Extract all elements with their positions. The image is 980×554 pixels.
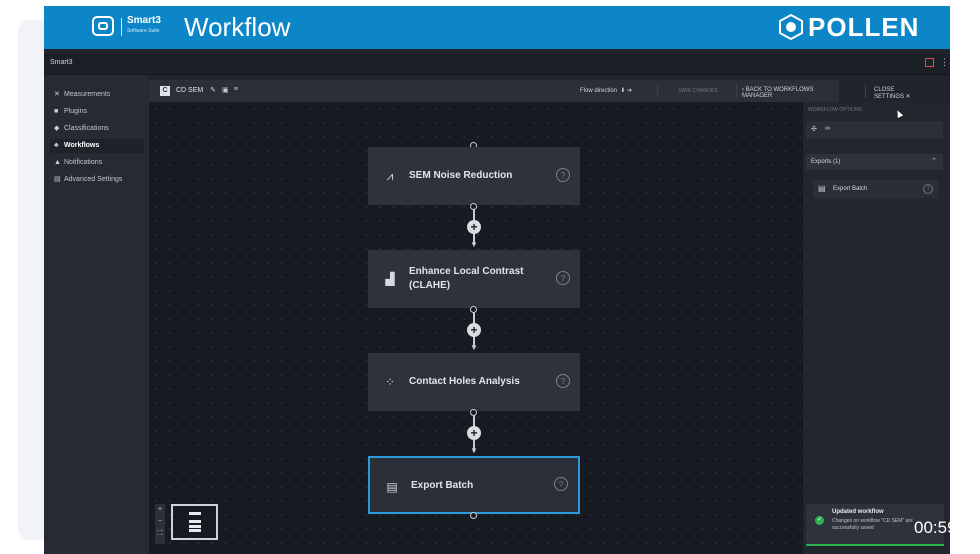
sidebar-item-label: Workflows [64, 142, 100, 149]
notifications-icon: ▲ [54, 159, 61, 166]
help-icon[interactable]: ? [556, 271, 570, 285]
connector-arrow-icon: ▼ [470, 240, 478, 249]
back-to-workflows-label: BACK TO WORKFLOWS MANAGER [742, 87, 814, 99]
classifications-icon: ◆ [54, 125, 60, 132]
sidebar: ✕ Measurements ■ Plugins ◆ Classifications … [44, 75, 149, 554]
options-toolbar: ✣ ∞ [806, 121, 943, 139]
save-changes-button[interactable]: SAVE CHANGES [664, 85, 732, 97]
workflows-icon: ♣ [54, 142, 59, 149]
toolbar-divider [657, 84, 658, 98]
measurements-icon: ✕ [54, 91, 60, 98]
sidebar-item-label: Measurements [64, 91, 111, 98]
workflow-node-export-batch[interactable]: ▤ Export Batch ? [368, 456, 580, 514]
move-icon[interactable]: ✣ [811, 125, 817, 133]
help-icon[interactable]: ? [556, 168, 570, 182]
workflow-canvas[interactable]: ⩘ SEM Noise Reduction ? + ▼ ▟ Enhance Lo… [149, 102, 803, 554]
workflow-node-enhance-local-contrast[interactable]: ▟ Enhance Local Contrast (CLAHE) ? [368, 250, 580, 308]
add-step-button[interactable]: + [467, 220, 481, 234]
minimap-preview [189, 512, 201, 532]
noise-reduction-icon: ⩘ [386, 169, 394, 183]
page-title: Workflow [184, 12, 291, 42]
outer-left-margin [0, 0, 44, 554]
node-label: SEM Noise Reduction [409, 170, 513, 181]
outer-right-margin [950, 6, 980, 554]
sidebar-item-label: Notifications [64, 159, 103, 166]
plugins-icon: ■ [54, 108, 59, 115]
logo-divider [121, 18, 122, 36]
header-banner: Smart3 Software Suite Workflow POLLEN [44, 6, 950, 49]
zoom-in-icon[interactable]: + [155, 504, 165, 516]
node-label: Enhance Local Contrast (CLAHE) [409, 266, 524, 291]
close-settings-label: CLOSE SETTINGS [874, 87, 905, 100]
close-settings-button[interactable]: CLOSE SETTINGS ✕ [874, 87, 911, 100]
smart3-logo-icon [92, 16, 114, 36]
sidebar-item-advanced-settings[interactable]: ▤ Advanced Settings [50, 173, 144, 187]
node-output-port[interactable] [470, 512, 477, 519]
exports-label: Exports (1) [811, 159, 841, 165]
decorative-shade [18, 20, 44, 540]
export-icon: ▤ [386, 480, 398, 494]
export-item[interactable]: ▤ Export Batch ? [813, 180, 938, 198]
brand-subtitle: Software Suite [127, 28, 160, 34]
panel-section-title: WORKFLOW OPTIONS [808, 107, 862, 113]
export-icon: ▤ [818, 184, 826, 193]
sidebar-item-measurements[interactable]: ✕ Measurements [50, 88, 144, 102]
company-logo-text: POLLEN [808, 12, 920, 42]
workflow-options-panel: WORKFLOW OPTIONS ✣ ∞ Exports (1) ⌃ ▤ Exp… [803, 102, 950, 554]
node-label: Export Batch [411, 480, 474, 491]
advanced-settings-icon: ▤ [54, 176, 61, 183]
toast-title: Updated workflow [832, 509, 884, 515]
app-frame: Smart3 Software Suite Workflow POLLEN Sm… [44, 6, 950, 554]
sidebar-item-notifications[interactable]: ▲ Notifications [50, 156, 144, 170]
node-label: Contact Holes Analysis [409, 376, 520, 387]
zoom-controls: + − ⛶ [155, 504, 165, 544]
close-icon: ✕ [904, 94, 911, 100]
contact-holes-icon: ⁘ [384, 375, 396, 389]
help-icon[interactable]: ? [923, 184, 933, 194]
workflow-toolbar: C CD SEM ✎ ▣ ≡ Flow direction ⬇ ➔ SAVE C… [149, 80, 911, 102]
align-icon[interactable]: ≡ [234, 86, 238, 93]
fit-view-icon[interactable]: ⛶ [155, 528, 165, 540]
app-name: Smart3 [50, 59, 73, 66]
flow-direction-arrows-icon[interactable]: ⬇ ➔ [619, 88, 632, 94]
edit-icon[interactable]: ✎ [210, 86, 216, 94]
workflow-node-contact-holes-analysis[interactable]: ⁘ Contact Holes Analysis ? [368, 353, 580, 411]
chevron-up-icon[interactable]: ⌃ [931, 157, 937, 165]
help-icon[interactable]: ? [556, 374, 570, 388]
flow-direction-label: Flow direction [580, 88, 618, 94]
brand-name: Smart3 [127, 15, 161, 26]
minimap[interactable] [171, 504, 218, 540]
link-icon[interactable]: ∞ [825, 125, 830, 132]
sidebar-item-label: Advanced Settings [64, 176, 123, 183]
video-timestamp: 00:59 [914, 518, 957, 537]
sidebar-item-classifications[interactable]: ◆ Classifications [50, 122, 144, 136]
exports-section-header[interactable]: Exports (1) ⌃ [806, 154, 943, 170]
connector-arrow-icon: ▼ [470, 343, 478, 352]
connector-arrow-icon: ▼ [470, 446, 478, 455]
zoom-out-icon[interactable]: − [155, 516, 165, 528]
flow-direction-control[interactable]: Flow direction ⬇ ➔ [580, 87, 632, 94]
pollen-logo-icon [779, 14, 803, 40]
workflow-badge-icon: C [160, 86, 170, 96]
sidebar-item-plugins[interactable]: ■ Plugins [50, 105, 144, 119]
check-icon: ✓ [815, 516, 824, 525]
add-step-button[interactable]: + [467, 323, 481, 337]
back-to-workflows-button[interactable]: ‹ BACK TO WORKFLOWS MANAGER [742, 87, 839, 99]
histogram-icon: ▟ [385, 272, 395, 286]
workflow-node-sem-noise-reduction[interactable]: ⩘ SEM Noise Reduction ? [368, 147, 580, 205]
lock-icon[interactable]: ▣ [222, 86, 229, 94]
sidebar-item-label: Plugins [64, 108, 87, 115]
toolbar-divider [865, 84, 866, 98]
toolbar-divider [736, 84, 737, 98]
sidebar-item-workflows[interactable]: ♣ Workflows [50, 139, 144, 153]
more-options-icon[interactable]: ⋮ [940, 57, 949, 68]
sidebar-item-label: Classifications [64, 125, 109, 132]
workflow-name: CD SEM [176, 87, 204, 94]
help-icon[interactable]: ? [554, 477, 568, 491]
window-icon[interactable] [925, 58, 934, 67]
export-item-label: Export Batch [833, 186, 868, 192]
add-step-button[interactable]: + [467, 426, 481, 440]
app-topbar: Smart3 ⋮ [44, 54, 950, 75]
